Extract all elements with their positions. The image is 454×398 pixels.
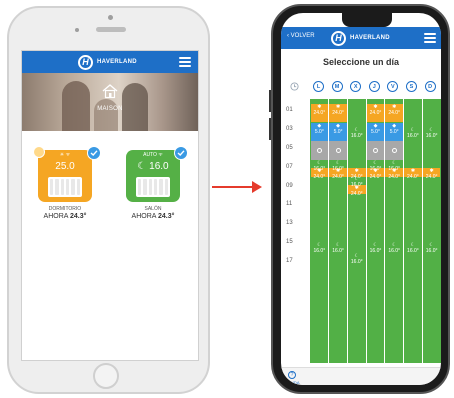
house-icon xyxy=(102,84,118,99)
hamburger-menu-icon[interactable] xyxy=(424,33,436,43)
home-photo-banner[interactable]: MAISON xyxy=(22,73,198,131)
hour-label: 11 xyxy=(286,201,293,208)
schedule-temp-label: ✱ 24.0° xyxy=(422,168,441,180)
device-mode-label: AUTO ᯤ xyxy=(143,152,163,158)
earpiece-speaker xyxy=(96,27,126,32)
hour-label: 07 xyxy=(286,163,293,170)
schedule-temp-label: ☾ 16.0° xyxy=(422,242,441,254)
schedule-temp-label: ✱ 24.0° xyxy=(385,168,404,180)
brand-name: HAVERLAND xyxy=(97,59,137,65)
off-icon xyxy=(335,148,341,154)
schedule-temp-label: ✱ 24.0° xyxy=(329,168,348,180)
bottom-toolbar xyxy=(281,367,441,385)
brand-name: HAVERLAND xyxy=(350,35,390,41)
schedule-temp-label: ☾ 16.0° xyxy=(422,127,441,139)
day-button-v[interactable]: V xyxy=(387,81,399,92)
schedule-temp-label: ◆ 5.0° xyxy=(385,123,404,135)
day-button-x[interactable]: X xyxy=(350,81,362,92)
schedule-temp-label: ☾ 16.0° xyxy=(347,127,366,139)
schedule-temp-label: ☾ 16.0° xyxy=(310,242,329,254)
brand-logo: H HAVERLAND xyxy=(78,54,137,70)
day-button-s[interactable]: S xyxy=(406,81,417,92)
hour-label: 05 xyxy=(286,145,293,151)
device-card-salon[interactable]: AUTO ᯤ ☾ 16.0 xyxy=(126,150,180,202)
arrow-head-icon xyxy=(252,181,262,193)
hour-label: 15 xyxy=(286,239,293,245)
clock-icon xyxy=(290,82,299,91)
hour-label: 17 xyxy=(286,257,293,264)
schedule-temp-label: ☾ 16.0° xyxy=(404,127,423,139)
schedule-temp-label: ☾ 16.0° xyxy=(404,242,423,254)
schedule-temp-label: ✱ 24.0° xyxy=(385,104,404,116)
day-button-m[interactable]: M xyxy=(331,81,343,92)
day-button-j[interactable]: J xyxy=(368,81,380,92)
schedule-temp-label: ✱ 24.0° xyxy=(366,104,385,116)
power-icon[interactable] xyxy=(33,146,45,158)
schedule-temp-label: ☾ 16.0° xyxy=(366,242,385,254)
schedule-temp-label: ☾ 16.0° xyxy=(329,242,348,254)
weekly-schedule-grid[interactable]: ✱ 24.0° ✱ 24.0° ✱ 24.0° ✱ 24.0° ◆ 5.0° ◆ 5.0° ◆ 5.0° ◆… xyxy=(310,99,441,363)
help-icon[interactable]: ? xyxy=(288,371,296,379)
schedule-temp-label: ✱ 24.0° xyxy=(310,104,329,116)
check-icon[interactable] xyxy=(174,146,188,160)
device-name-label: DORMITORIO xyxy=(48,206,82,212)
hour-label: 13 xyxy=(286,220,293,227)
device-name-label: SALÓN xyxy=(144,206,162,212)
device-card-dormitorio[interactable]: ☀ ᯤ 25.0 xyxy=(38,150,92,202)
brand-logo-mark: H xyxy=(78,54,93,70)
brand-logo: H HAVERLAND xyxy=(331,30,390,46)
sun-icon: ☀ ᯤ xyxy=(59,152,71,158)
schedule-temp-label: ◆ 5.0° xyxy=(329,123,348,135)
moon-icon: ☾ xyxy=(137,161,147,172)
schedule-temp-label: ✱ 24.0° xyxy=(366,168,385,180)
device-current-temp: AHORA 24.3° xyxy=(131,213,175,220)
help-label: AYUDA xyxy=(286,380,300,385)
schedule-temp-label: ✱ 24.0° xyxy=(329,104,348,116)
front-sensor xyxy=(75,28,79,32)
day-button-l[interactable]: L xyxy=(313,81,324,92)
day-button-d[interactable]: D xyxy=(424,81,436,92)
front-camera xyxy=(108,15,113,20)
page-title: Seleccione un día xyxy=(322,57,400,67)
schedule-temp-label: ◆ 5.0° xyxy=(310,123,329,135)
schedule-temp-label: ◆ 5.0° xyxy=(366,123,385,135)
arrow-icon xyxy=(212,186,254,188)
device-current-temp: AHORA 24.3° xyxy=(43,213,87,220)
radiator-icon xyxy=(136,177,170,197)
home-name-label: MAISON xyxy=(97,106,123,112)
hour-label: 03 xyxy=(286,126,293,133)
schedule-temp-label: ☾ 16.0° xyxy=(385,242,404,254)
schedule-temp-label: ✱ 24.0° xyxy=(404,168,423,180)
hour-label: 01 xyxy=(286,107,293,114)
home-button[interactable] xyxy=(93,363,119,389)
volume-button xyxy=(269,118,271,140)
volume-button xyxy=(269,90,271,112)
schedule-temp-label: ✱ 24.0° xyxy=(347,185,366,197)
hamburger-menu-icon[interactable] xyxy=(179,57,191,67)
app-header: H HAVERLAND xyxy=(22,51,198,73)
left-phone-screen: H HAVERLAND MAISON ☀ ᯤ 25.0 DORMITORIO A… xyxy=(21,50,199,361)
schedule-temp-label: ✱ 24.0° xyxy=(310,168,329,180)
brand-logo-mark: H xyxy=(331,30,346,46)
hour-label: 09 xyxy=(286,182,293,189)
back-button[interactable]: ‹ VOLVER xyxy=(287,33,315,39)
device-set-temperature: ☾ 16.0 xyxy=(137,161,169,172)
right-phone-screen: H HAVERLAND ‹ VOLVER Seleccione un día L… xyxy=(281,13,441,385)
check-icon[interactable] xyxy=(87,146,101,160)
radiator-icon xyxy=(48,177,82,197)
phone-notch xyxy=(342,13,392,27)
schedule-temp-label: ☾ 16.0° xyxy=(347,253,366,265)
device-set-temperature: 25.0 xyxy=(55,161,75,172)
